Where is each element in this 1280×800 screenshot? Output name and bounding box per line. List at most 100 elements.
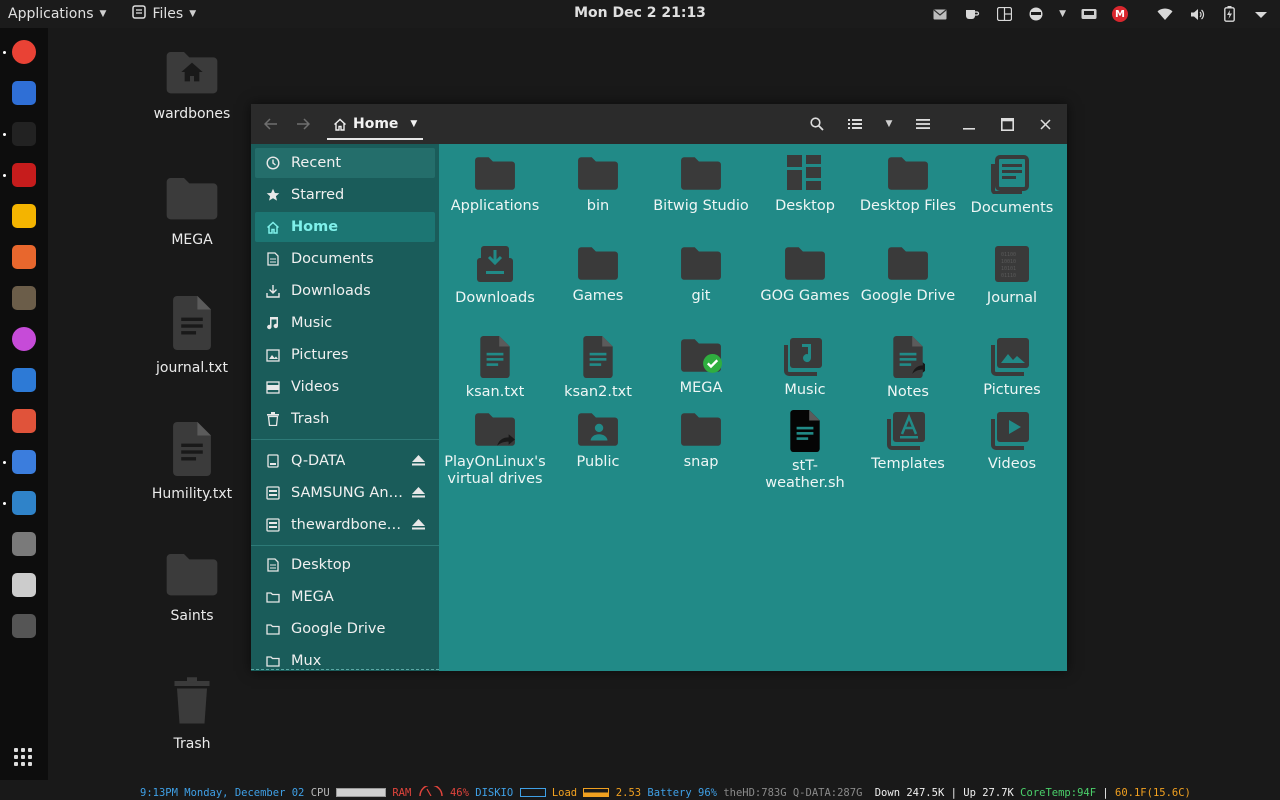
eject-icon[interactable] <box>412 486 425 502</box>
wifi-icon[interactable] <box>1156 5 1174 23</box>
files-label: Files <box>152 6 184 22</box>
status-load-label: Load <box>551 787 578 799</box>
file-item[interactable]: 01100 10010 10101 01110 Journal <box>960 244 1064 307</box>
dock-bible-icon[interactable] <box>12 163 36 187</box>
search-icon <box>810 117 824 131</box>
battery-icon[interactable] <box>1220 5 1238 23</box>
file-item[interactable]: Google Drive <box>856 244 960 305</box>
file-item[interactable]: Notes <box>856 336 960 401</box>
sidebar-item-pictures[interactable]: Pictures <box>255 340 435 370</box>
file-item[interactable]: MEGA <box>649 336 753 397</box>
file-item[interactable]: Desktop Files <box>856 154 960 215</box>
desktop-item[interactable]: Humility.txt <box>142 422 242 502</box>
file-item[interactable]: Applications <box>443 154 547 215</box>
sidebar-item-home[interactable]: Home <box>255 212 435 242</box>
sidebar-item-desktop[interactable]: Desktop <box>255 550 435 580</box>
svg-text:10010: 10010 <box>1001 259 1016 265</box>
mail-icon[interactable] <box>931 5 949 23</box>
desktop-item[interactable]: journal.txt <box>142 296 242 376</box>
sidebar-item-videos[interactable]: Videos <box>255 372 435 402</box>
dock-thunderbird-icon[interactable] <box>12 81 36 105</box>
file-item-label: Pictures <box>983 382 1041 398</box>
desktop-item[interactable]: Trash <box>142 676 242 752</box>
dock-amazon-icon[interactable] <box>12 122 36 146</box>
sidebar-item-q-data[interactable]: Q-DATA <box>255 446 435 476</box>
file-item[interactable]: snap <box>649 410 753 471</box>
file-item[interactable]: git <box>649 244 753 305</box>
sidebar-item-mega[interactable]: MEGA <box>255 582 435 612</box>
files-app-menu[interactable]: Files ▼ <box>124 0 204 28</box>
file-item[interactable]: GOG Games <box>753 244 857 305</box>
dock-tablet-icon[interactable] <box>12 573 36 597</box>
file-item[interactable]: Documents <box>960 154 1064 217</box>
dock-chrome-icon[interactable] <box>12 40 36 64</box>
dock-software-icon[interactable] <box>12 368 36 392</box>
sidebar-item-documents[interactable]: Documents <box>255 244 435 274</box>
file-item[interactable]: Videos <box>960 410 1064 473</box>
sidebar-item-mux[interactable]: Mux <box>255 646 435 671</box>
folder-icon <box>753 244 857 282</box>
dock-keep-icon[interactable] <box>12 204 36 228</box>
sidebar-item-trash[interactable]: Trash <box>255 404 435 434</box>
drive-tray-icon[interactable] <box>1080 5 1098 23</box>
file-item[interactable]: Games <box>546 244 650 305</box>
eject-icon[interactable] <box>412 518 425 534</box>
chevron-down-icon[interactable]: ▼ <box>1059 9 1066 19</box>
menu-button[interactable] <box>907 108 939 140</box>
sidebar-item-starred[interactable]: Starred <box>255 180 435 210</box>
power-menu-icon[interactable] <box>1252 5 1270 23</box>
minimize-button[interactable] <box>953 108 985 140</box>
forward-button[interactable] <box>287 108 319 140</box>
dock-git-icon[interactable] <box>12 409 36 433</box>
dock-radio-icon[interactable] <box>12 532 36 556</box>
text-file-icon <box>142 296 242 354</box>
sidebar-item-thewardbone[interactable]: thewardbone… <box>255 510 435 540</box>
close-button[interactable] <box>1029 108 1061 140</box>
desktop-item[interactable]: MEGA <box>142 174 242 248</box>
file-item[interactable]: Music <box>753 336 857 399</box>
volume-icon[interactable] <box>1188 5 1206 23</box>
sidebar-item-recent[interactable]: Recent <box>255 148 435 178</box>
music-icon <box>265 315 281 331</box>
sidebar-item-downloads[interactable]: Downloads <box>255 276 435 306</box>
file-item[interactable]: Pictures <box>960 336 1064 399</box>
applications-menu[interactable]: Applications ▼ <box>0 0 114 28</box>
maximize-button[interactable] <box>991 108 1023 140</box>
eject-icon[interactable] <box>412 454 425 470</box>
show-applications-icon[interactable] <box>14 748 32 766</box>
list-view-button[interactable] <box>839 108 871 140</box>
dock-gimp-icon[interactable] <box>12 286 36 310</box>
file-item[interactable]: Public <box>546 410 650 471</box>
file-item[interactable]: ksan2.txt <box>546 336 650 401</box>
view-options-button[interactable]: ▼ <box>877 108 901 140</box>
sidebar-item-google-drive[interactable]: Google Drive <box>255 614 435 644</box>
file-item[interactable]: ksan.txt <box>443 336 547 401</box>
dock-calculator-icon[interactable] <box>12 245 36 269</box>
mega-tray-icon[interactable]: M <box>1112 6 1128 22</box>
dock-trash-icon[interactable] <box>12 614 36 638</box>
keyboard-layout-icon[interactable] <box>995 5 1013 23</box>
path-home-button[interactable]: Home ▼ <box>327 110 424 140</box>
running-indicator <box>3 51 6 54</box>
chevron-down-icon: ▼ <box>410 119 418 129</box>
sidebar-item-label: Recent <box>291 155 342 171</box>
desktop-item[interactable]: wardbones <box>142 48 242 122</box>
coffee-icon[interactable] <box>963 5 981 23</box>
sidebar-item-music[interactable]: Music <box>255 308 435 338</box>
running-indicator <box>3 461 6 464</box>
file-item[interactable]: Downloads <box>443 244 547 307</box>
file-item[interactable]: Bitwig Studio <box>649 154 753 215</box>
indicator-icon[interactable] <box>1027 5 1045 23</box>
sidebar-item-samsung-an[interactable]: SAMSUNG An… <box>255 478 435 508</box>
desktop-item[interactable]: Saints <box>142 550 242 624</box>
file-item[interactable]: Templates <box>856 410 960 473</box>
file-item[interactable]: stT-weather.sh <box>753 410 857 492</box>
file-item[interactable]: bin <box>546 154 650 215</box>
dock-firefox-nightly-icon[interactable] <box>12 327 36 351</box>
search-button[interactable] <box>801 108 833 140</box>
dock-files-icon[interactable] <box>12 491 36 515</box>
file-item[interactable]: Desktop <box>753 154 857 215</box>
dock-notes-icon[interactable] <box>12 450 36 474</box>
back-button[interactable] <box>255 108 287 140</box>
file-item[interactable]: PlayOnLinux's virtual drives <box>443 410 547 488</box>
